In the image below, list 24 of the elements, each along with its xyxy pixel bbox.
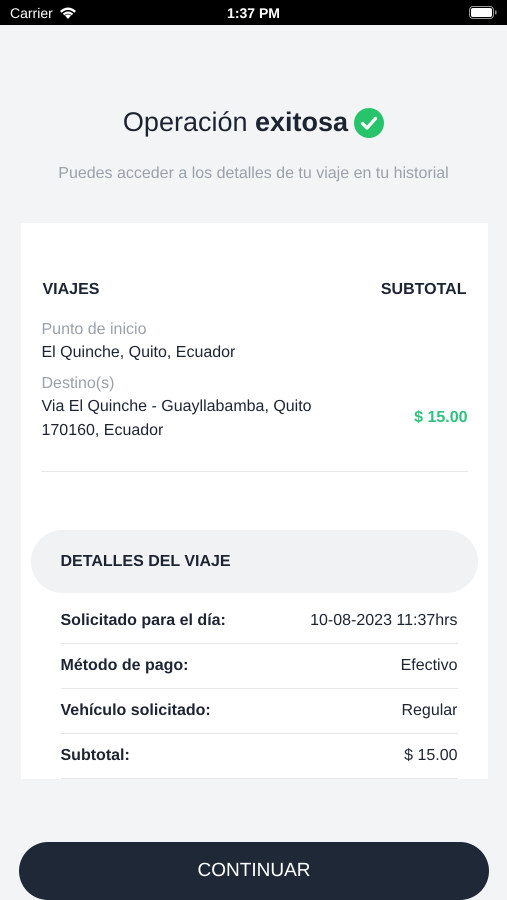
detail-label: Subtotal:: [60, 747, 130, 765]
battery-icon: [469, 6, 497, 19]
wifi-icon: [58, 6, 77, 19]
detail-value: Regular: [401, 702, 458, 720]
start-label: Punto de inicio: [42, 321, 148, 339]
trip-amount: $ 15.00: [414, 409, 468, 427]
subtitle-text: Puedes acceder a los detalles de tu viaje en tu historial: [58, 165, 449, 183]
check-icon: [354, 108, 384, 138]
trips-heading: VIAJES: [42, 281, 100, 299]
detail-label: Vehículo solicitado:: [60, 702, 211, 720]
continue-button[interactable]: CONTINUAR: [19, 842, 489, 900]
detail-label: Método de pago:: [60, 657, 188, 675]
detail-value: 10-08-2023 11:37hrs: [310, 612, 458, 630]
detail-value: $ 15.00: [404, 747, 458, 765]
destination-address: Via El Quinche - Guayllabamba, Quito 170160, Ecuador: [42, 397, 313, 441]
start-address: El Quinche, Quito, Ecuador: [42, 343, 236, 363]
detail-label: Solicitado para el día:: [60, 612, 226, 630]
success-title: Operación exitosa: [122, 107, 348, 138]
detail-value: Efectivo: [400, 657, 458, 675]
subtotal-heading: SUBTOTAL: [380, 281, 466, 299]
carrier-label: Carrier: [10, 4, 53, 20]
status-time: 1:37 PM: [227, 4, 280, 20]
destination-label: Destino(s): [42, 375, 116, 393]
details-heading: DETALLES DEL VIAJE: [60, 552, 231, 570]
